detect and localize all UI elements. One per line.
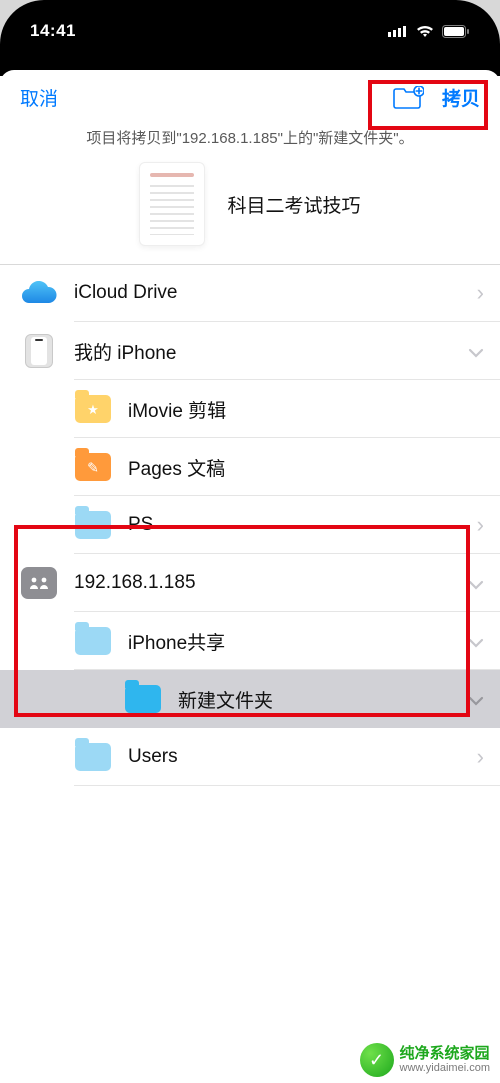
row-label: Users <box>128 746 477 768</box>
folder-pages[interactable]: ✎ Pages 文稿 <box>0 438 500 496</box>
destination-info: 项目将拷贝到"192.168.1.185"上的"新建文件夹"。 <box>0 123 500 162</box>
copy-button[interactable]: 拷贝 <box>442 84 480 111</box>
row-label: 我的 iPhone <box>74 338 468 365</box>
row-label: iPhone共享 <box>128 628 468 655</box>
new-folder-button[interactable] <box>392 86 424 110</box>
document-thumbnail <box>139 162 205 246</box>
row-label: PS <box>128 514 477 536</box>
row-label: 新建文件夹 <box>178 686 468 713</box>
battery-icon <box>442 25 470 38</box>
folder-imovie[interactable]: ★ iMovie 剪辑 <box>0 380 500 438</box>
folder-ps[interactable]: PS › <box>0 496 500 554</box>
chevron-right-icon: › <box>477 280 484 306</box>
new-folder-icon <box>392 86 424 110</box>
chevron-down-icon <box>468 686 484 712</box>
location-server[interactable]: 192.168.1.185 <box>0 554 500 612</box>
status-bar: 14:41 <box>0 0 500 62</box>
row-label: 192.168.1.185 <box>74 572 468 594</box>
location-list: iCloud Drive › 我的 iPhone ★ iMovie 剪辑 ✎ P… <box>0 264 500 786</box>
chevron-down-icon <box>468 628 484 654</box>
folder-iphone-share[interactable]: iPhone共享 <box>0 612 500 670</box>
row-label: Pages 文稿 <box>128 454 484 481</box>
copy-sheet: 取消 拷贝 项目将拷贝到"192.168.1.185"上的"新建文件夹"。 科目… <box>0 70 500 1083</box>
folder-icon <box>75 511 111 539</box>
watermark-title: 纯净系统家园 <box>400 1046 490 1063</box>
status-time: 14:41 <box>30 21 76 41</box>
chevron-down-icon <box>468 570 484 596</box>
cellular-icon <box>388 25 408 37</box>
row-label: iMovie 剪辑 <box>128 396 484 423</box>
status-icons <box>388 25 470 38</box>
cancel-button[interactable]: 取消 <box>20 84 58 111</box>
chevron-right-icon: › <box>477 512 484 538</box>
watermark-logo: ✓ <box>360 1043 394 1077</box>
watermark-url: www.yidaimei.com <box>400 1062 490 1074</box>
folder-icon <box>75 627 111 655</box>
watermark: ✓ 纯净系统家园 www.yidaimei.com <box>360 1043 490 1077</box>
chevron-right-icon: › <box>477 744 484 770</box>
document-preview: 科目二考试技巧 <box>0 162 500 264</box>
folder-icon <box>75 743 111 771</box>
icloud-icon <box>21 281 57 305</box>
chevron-down-icon <box>468 338 484 364</box>
folder-icon <box>125 685 161 713</box>
location-icloud-drive[interactable]: iCloud Drive › <box>0 264 500 322</box>
wifi-icon <box>416 25 434 38</box>
iphone-icon <box>25 334 53 368</box>
folder-icon: ★ <box>75 395 111 423</box>
folder-icon: ✎ <box>75 453 111 481</box>
server-icon <box>21 567 57 599</box>
document-title: 科目二考试技巧 <box>227 191 360 218</box>
location-my-iphone[interactable]: 我的 iPhone <box>0 322 500 380</box>
folder-new-folder-selected[interactable]: 新建文件夹 <box>0 670 500 728</box>
row-label: iCloud Drive <box>74 282 477 304</box>
folder-users[interactable]: Users › <box>0 728 500 786</box>
